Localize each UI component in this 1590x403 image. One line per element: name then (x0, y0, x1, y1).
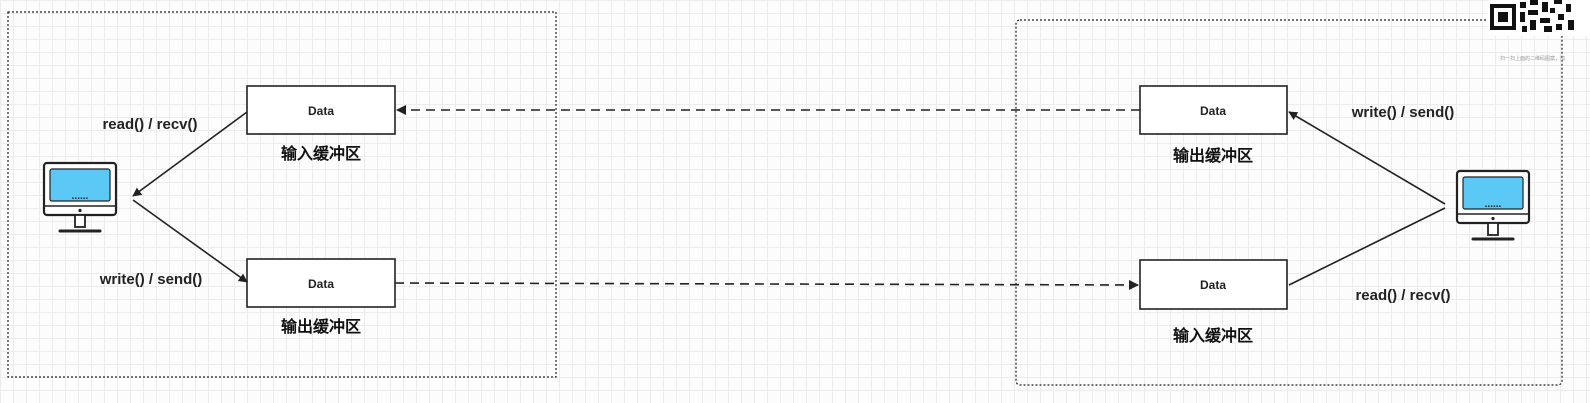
right-input-buffer: Data (1139, 259, 1288, 310)
right-output-buffer: Data (1139, 85, 1288, 135)
left-input-buffer-caption: 输入缓冲区 (281, 144, 361, 163)
left-output-buffer-caption: 输出缓冲区 (281, 317, 361, 336)
right-output-buffer-caption: 输出缓冲区 (1173, 146, 1253, 165)
buffer-data-label: Data (1200, 278, 1226, 292)
right-write-label: write() / send() (1351, 104, 1455, 121)
left-input-buffer: Data (246, 85, 396, 135)
right-write-arrow (1288, 111, 1446, 205)
right-read-arrow (1288, 207, 1446, 286)
buffer-data-label: Data (308, 277, 334, 291)
buffer-data-label: Data (1200, 104, 1226, 118)
buffer-data-label: Data (308, 104, 334, 118)
right-input-buffer-caption: 输入缓冲区 (1173, 326, 1253, 345)
left-write-label: write() / send() (99, 271, 203, 288)
left-write-arrow (132, 199, 248, 283)
left-output-buffer: Data (246, 258, 396, 308)
left-read-label: read() / recv() (102, 116, 197, 133)
qr-caption: 扫一扫上面的二维码图案，加 (1500, 55, 1565, 62)
left-screen-dots: ...... (72, 191, 89, 202)
qr-code-icon (1488, 0, 1590, 36)
right-screen-dots: ...... (1485, 199, 1502, 210)
right-read-label: read() / recv() (1355, 287, 1450, 304)
network-arrow-to-right-input (394, 279, 1139, 290)
computer-icon: ...... (1455, 169, 1531, 241)
computer-icon: ...... (42, 161, 118, 233)
tcp-buffer-diagram: ...... ...... Data 输入缓冲区 Data 输出缓冲区 Data… (7, 0, 1590, 386)
